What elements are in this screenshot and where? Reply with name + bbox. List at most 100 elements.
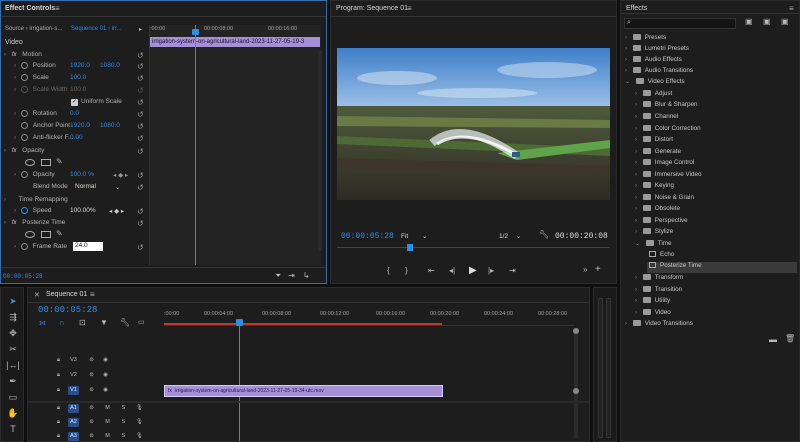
track-v3[interactable]: 🔒︎ V3 ⊜ ◉ — [28, 356, 191, 370]
mute-icon[interactable]: M — [102, 404, 113, 413]
solo-icon[interactable]: S — [118, 404, 129, 413]
effects-folder-distort[interactable]: › Distort — [635, 136, 673, 147]
accelerated-filter-icon[interactable]: ▣ — [745, 17, 753, 26]
speed-value[interactable]: 100.00% — [70, 207, 96, 214]
effects-title[interactable]: Effects — [626, 5, 647, 12]
effect-echo[interactable]: Echo — [649, 251, 674, 262]
playhead[interactable] — [195, 25, 196, 265]
opacity-value[interactable]: 100.0 % — [70, 171, 94, 178]
timeline-ruler[interactable]: :00:00 00:00:04:00 00:00:08:00 00:00:12:… — [164, 306, 574, 326]
eye-icon[interactable]: ◉ — [100, 356, 111, 365]
track-a1[interactable]: 🔒︎ A1 ⊜ M S 🎙︎ — [28, 404, 191, 418]
track-a2[interactable]: 🔒︎ A2 ⊜ M S 🎙︎ — [28, 418, 191, 432]
panel-menu-icon[interactable]: ≡ — [407, 4, 412, 13]
new-bin-icon[interactable]: ▬ — [769, 335, 777, 344]
play-audio-icon[interactable]: ↳ — [303, 271, 310, 280]
effects-folder-audio-effects[interactable]: › Audio Effects — [625, 56, 682, 67]
effects-folder-channel[interactable]: › Channel — [635, 113, 678, 124]
effects-folder-time[interactable]: ⌄ Time — [635, 240, 672, 251]
reset-icon[interactable]: ↺ — [137, 110, 144, 119]
microphone-icon[interactable]: 🎙︎ — [134, 432, 145, 441]
32bit-filter-icon[interactable]: ▣ — [763, 17, 771, 26]
program-timecode[interactable]: 00:00:05:28 — [341, 232, 394, 241]
timeline-title[interactable]: Sequence 01 — [46, 291, 87, 298]
uniform-scale-checkbox[interactable]: ✓ — [71, 99, 78, 106]
posterize-section[interactable]: Posterize Time — [22, 219, 65, 226]
ellipse-mask-icon[interactable] — [25, 231, 35, 238]
pen-mask-icon[interactable]: ✎ — [56, 157, 63, 166]
blend-mode-select[interactable]: Normal — [75, 183, 96, 190]
effects-folder-lumetri-presets[interactable]: › Lumetri Presets — [625, 45, 689, 56]
effects-folder-blur-sharpen[interactable]: › Blur & Sharpen — [635, 101, 697, 112]
effects-folder-transform[interactable]: › Transform — [635, 274, 683, 285]
go-to-in-icon[interactable]: ⇤ — [428, 266, 435, 275]
effects-folder-perspective[interactable]: › Perspective — [635, 217, 688, 228]
stopwatch-icon[interactable] — [21, 122, 28, 129]
reset-icon[interactable]: ↺ — [137, 219, 144, 228]
track-label[interactable]: V2 — [68, 371, 79, 380]
track-label[interactable]: A2 — [68, 418, 79, 427]
track-a3[interactable]: 🔒︎ A3 ⊜ M S 🎙︎ — [28, 432, 191, 441]
marker-icon[interactable]: ▼ — [100, 318, 108, 327]
panel-menu-icon[interactable]: ≡ — [55, 4, 60, 13]
frame-rate-input[interactable]: 24.0 — [73, 242, 103, 251]
pen-mask-icon[interactable]: ✎ — [56, 229, 63, 238]
panel-menu-icon[interactable]: ≡ — [789, 4, 794, 13]
reset-icon[interactable]: ↺ — [137, 51, 144, 60]
reset-icon[interactable]: ↺ — [137, 122, 144, 131]
export-icon[interactable]: ⇥ — [288, 271, 295, 280]
chevron-down-icon[interactable]: ▸ — [139, 26, 142, 33]
sequence-dropdown[interactable]: Sequence 01 › irr... — [71, 26, 122, 32]
microphone-icon[interactable]: 🎙︎ — [134, 418, 145, 427]
track-v2[interactable]: 🔒︎ V2 ⊜ ◉ — [28, 371, 191, 385]
lock-icon[interactable]: 🔒︎ — [53, 356, 64, 365]
antiflicker-value[interactable]: 0.00 — [70, 134, 83, 141]
track-select-tool-icon[interactable]: ⇶ — [6, 312, 20, 324]
effects-folder-audio-transitions[interactable]: › Audio Transitions — [625, 67, 693, 78]
trash-icon[interactable]: 🗑︎ — [785, 334, 795, 343]
track-label[interactable]: V3 — [68, 356, 79, 365]
work-area-bar[interactable] — [164, 323, 442, 325]
close-icon[interactable]: ✕ — [34, 291, 40, 299]
stopwatch-icon[interactable] — [20, 207, 28, 214]
captions-icon[interactable]: ▭ — [138, 318, 145, 326]
ripple-edit-tool-icon[interactable]: ✥ — [6, 328, 20, 340]
ec-timecode[interactable]: 00:00:05:28 — [3, 273, 43, 280]
add-button-icon[interactable]: + — [595, 264, 601, 275]
effects-folder-obsolete[interactable]: › Obsolete — [635, 205, 680, 216]
clip-bar[interactable]: irrigation-system-on-agricultural-land-2… — [150, 37, 320, 47]
rotation-value[interactable]: 0.0 — [70, 110, 79, 117]
step-forward-icon[interactable]: |▸ — [488, 266, 494, 275]
effects-folder-utility[interactable]: › Utility — [635, 297, 670, 308]
reset-icon[interactable]: ↺ — [137, 183, 144, 192]
effects-folder-video-transitions[interactable]: › Video Transitions — [625, 320, 693, 331]
reset-icon[interactable]: ↺ — [137, 243, 144, 252]
rectangle-tool-icon[interactable]: ▭ — [6, 392, 20, 404]
anchor-x[interactable]: 1920.0 — [70, 122, 90, 129]
track-label[interactable]: A1 — [68, 404, 79, 413]
program-scrub-bar[interactable] — [337, 247, 610, 253]
selection-tool-icon[interactable]: ➤ — [6, 296, 20, 308]
reset-icon[interactable]: ↺ — [137, 98, 144, 107]
mute-icon[interactable]: M — [102, 418, 113, 427]
lock-icon[interactable]: 🔒︎ — [53, 418, 64, 427]
stopwatch-icon[interactable] — [20, 171, 28, 178]
position-x[interactable]: 1920.0 — [70, 62, 90, 69]
snap-icon[interactable]: ⟗ — [39, 318, 46, 328]
rect-mask-icon[interactable] — [41, 231, 51, 238]
program-playhead[interactable] — [407, 244, 413, 251]
time-remap-section[interactable]: Time Remapping — [18, 196, 67, 203]
effects-folder-video-effects[interactable]: ⌄ Video Effects — [625, 78, 685, 89]
timeline-playhead[interactable] — [239, 324, 240, 441]
mark-in-icon[interactable]: { — [387, 266, 390, 275]
effects-folder-presets[interactable]: › Presets — [625, 34, 666, 45]
position-y[interactable]: 1080.0 — [100, 62, 120, 69]
effects-folder-transition[interactable]: › Transition — [635, 286, 682, 297]
sync-icon[interactable]: ⊜ — [86, 432, 97, 441]
reset-icon[interactable]: ↺ — [137, 207, 144, 216]
effects-folder-image-control[interactable]: › Image Control — [635, 159, 694, 170]
reset-icon[interactable]: ↺ — [137, 134, 144, 143]
source-dropdown[interactable]: Source › irrigation-s... — [5, 26, 62, 32]
scale-value[interactable]: 100.0 — [70, 74, 86, 81]
fit-select[interactable]: Fit ⌄ — [401, 232, 437, 242]
